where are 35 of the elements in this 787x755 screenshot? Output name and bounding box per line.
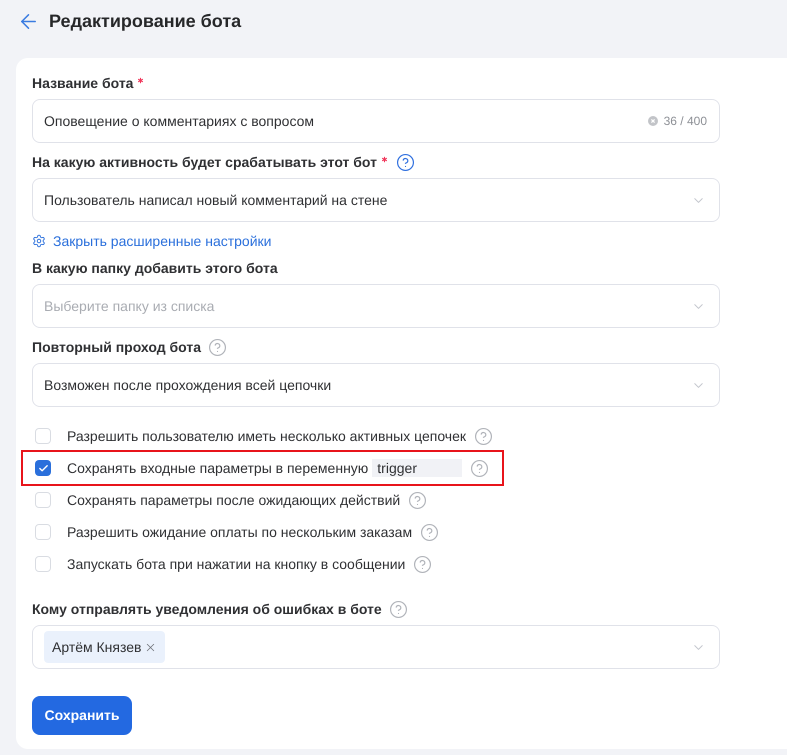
checkbox-label: Сохранять параметры после ожидающих действий [67, 490, 400, 510]
help-icon[interactable] [420, 522, 440, 542]
clear-icon[interactable] [648, 116, 658, 126]
help-icon[interactable] [208, 338, 228, 356]
recipient-select-field[interactable]: Артём Князев [32, 625, 720, 669]
field-label: Название бота [32, 75, 134, 91]
field-label: В какую папку добавить этого бота [32, 260, 278, 276]
help-icon[interactable] [396, 152, 415, 172]
checkbox[interactable] [35, 460, 51, 476]
field-label: Кому отправлять уведомления об ошибках в боте [32, 601, 382, 617]
help-icon[interactable] [470, 458, 490, 478]
character-counter: 36 / 400 [664, 114, 707, 128]
checkbox[interactable] [35, 492, 51, 508]
checkbox-label: Разрешить пользователю иметь несколько активных цепочек [67, 426, 466, 446]
checkbox-label: Сохранять входные параметры в переменную [67, 458, 368, 478]
select-field[interactable]: Пользователь написал новый комментарий на стене [32, 178, 720, 222]
variable-input[interactable]: trigger [372, 459, 462, 477]
help-icon[interactable] [474, 426, 493, 446]
field-label: Повторный проход бота [32, 339, 202, 355]
settings-icon [32, 234, 46, 248]
advanced-settings-link[interactable]: Закрыть расширенные настройки [32, 233, 272, 249]
recipient-tag[interactable]: Артём Князев [44, 631, 166, 663]
page-title: Редактирование бота [49, 10, 242, 33]
help-icon[interactable] [413, 554, 432, 574]
checkbox-label: Разрешить ожидание оплаты по нескольким заказам [67, 522, 412, 542]
checkbox-label: Запускать бота при нажатии на кнопку в сообщении [67, 554, 406, 574]
check-icon [38, 462, 48, 474]
help-icon[interactable] [408, 490, 428, 510]
checkbox[interactable] [35, 556, 51, 572]
help-icon[interactable] [388, 600, 408, 618]
checkbox[interactable] [35, 524, 51, 540]
field-label: На какую активность будет срабатывать этот бот [32, 154, 377, 170]
save-button[interactable]: Сохранить [32, 696, 132, 735]
select-field[interactable]: Возможен после прохождения всей цепочки [32, 363, 720, 407]
checkbox[interactable] [35, 428, 51, 444]
